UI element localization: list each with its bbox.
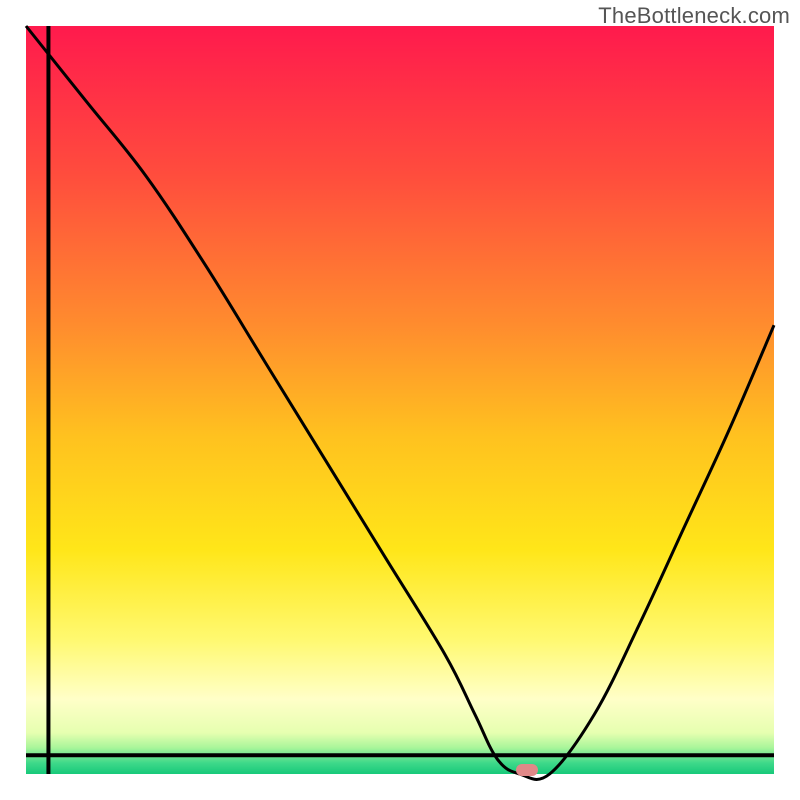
optimal-point-marker [516,764,538,776]
watermark-text: TheBottleneck.com [598,3,790,29]
gradient-background [26,26,774,774]
chart-container: TheBottleneck.com [0,0,800,800]
bottleneck-chart [0,0,800,800]
